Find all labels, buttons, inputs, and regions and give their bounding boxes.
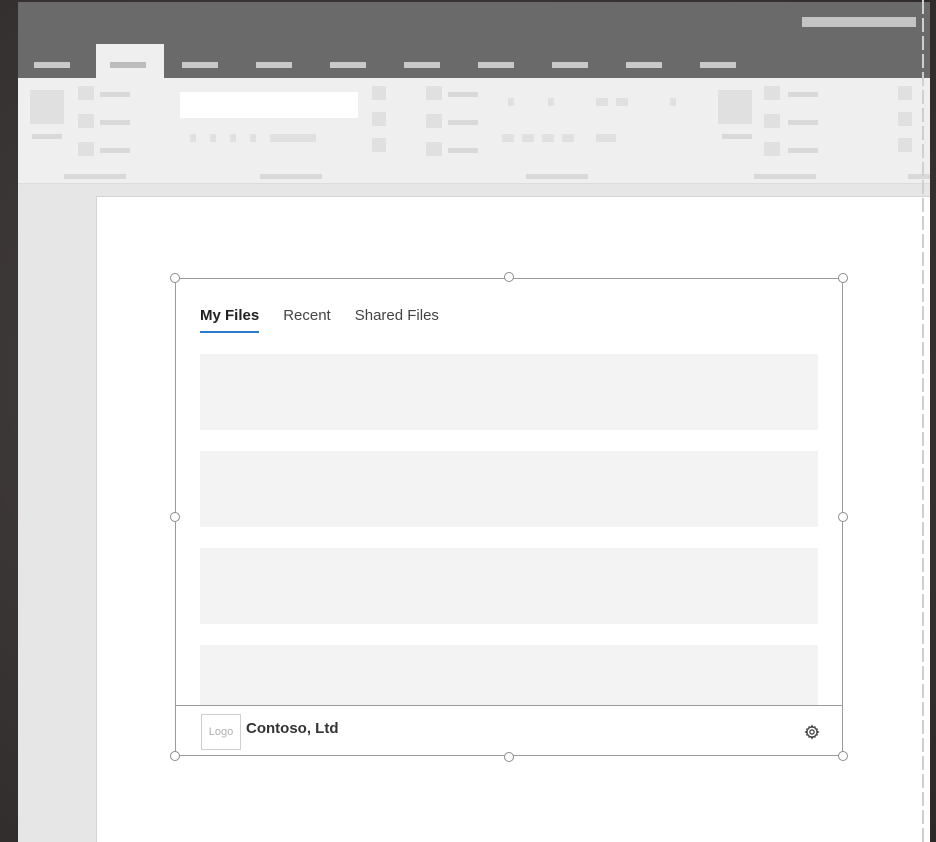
ribbon-group-label-placeholder bbox=[64, 174, 126, 179]
ribbon-button-placeholder[interactable] bbox=[616, 98, 628, 106]
resize-handle-right[interactable] bbox=[838, 512, 848, 522]
account-placeholder[interactable] bbox=[802, 17, 916, 27]
ribbon-button-placeholder[interactable] bbox=[898, 86, 912, 100]
ribbon-label-placeholder bbox=[788, 120, 818, 125]
addin-content-frame[interactable]: My Files Recent Shared Files Logo Contos… bbox=[175, 278, 843, 756]
ribbon-button-placeholder[interactable] bbox=[522, 134, 534, 142]
ribbon-button-placeholder[interactable] bbox=[502, 134, 514, 142]
resize-handle-bottom-left[interactable] bbox=[170, 751, 180, 761]
ribbon-button-placeholder[interactable] bbox=[372, 138, 386, 152]
ribbon-tab-placeholder[interactable] bbox=[330, 62, 366, 68]
ribbon-group-label-placeholder bbox=[908, 174, 930, 179]
resize-handle-top-right[interactable] bbox=[838, 273, 848, 283]
ribbon-tab-placeholder[interactable] bbox=[552, 62, 588, 68]
list-item[interactable] bbox=[200, 451, 818, 527]
ribbon-tab-placeholder[interactable] bbox=[34, 62, 70, 68]
resize-handle-bottom-right[interactable] bbox=[838, 751, 848, 761]
ribbon-button-placeholder[interactable] bbox=[230, 134, 236, 142]
window-edge bbox=[922, 0, 924, 842]
ribbon-button-placeholder[interactable] bbox=[718, 90, 752, 124]
resize-handle-top-left[interactable] bbox=[170, 273, 180, 283]
addin-footer: Logo Contoso, Ltd bbox=[176, 705, 842, 755]
resize-handle-left[interactable] bbox=[170, 512, 180, 522]
ribbon-group-label-placeholder bbox=[260, 174, 322, 179]
ribbon-button-placeholder[interactable] bbox=[898, 112, 912, 126]
company-name: Contoso, Ltd bbox=[246, 720, 339, 737]
company-logo: Logo bbox=[201, 714, 241, 750]
ribbon-button-placeholder[interactable] bbox=[508, 98, 514, 106]
ribbon-button-placeholder[interactable] bbox=[78, 142, 94, 156]
ribbon-group-label-placeholder bbox=[754, 174, 816, 179]
active-ribbon-tab-background bbox=[96, 44, 164, 78]
ribbon-button-placeholder[interactable] bbox=[372, 86, 386, 100]
ribbon-label-placeholder bbox=[100, 92, 130, 97]
ribbon-label-placeholder bbox=[788, 92, 818, 97]
ribbon-label-placeholder bbox=[448, 92, 478, 97]
ribbon-button-placeholder[interactable] bbox=[426, 86, 442, 100]
ribbon-button-placeholder[interactable] bbox=[210, 134, 216, 142]
ribbon-button-placeholder[interactable] bbox=[562, 134, 574, 142]
ribbon-group-label-placeholder bbox=[526, 174, 588, 179]
ribbon-label-placeholder bbox=[788, 148, 818, 153]
resize-handle-top[interactable] bbox=[504, 272, 514, 282]
ribbon-label-placeholder bbox=[722, 134, 752, 139]
ribbon-button-placeholder[interactable] bbox=[764, 142, 780, 156]
tab-shared-files[interactable]: Shared Files bbox=[355, 307, 439, 333]
addin-pivot-tabs: My Files Recent Shared Files bbox=[200, 307, 463, 333]
tab-recent[interactable]: Recent bbox=[283, 307, 331, 333]
ribbon-label-placeholder bbox=[100, 120, 130, 125]
ribbon-button-placeholder[interactable] bbox=[898, 138, 912, 152]
ribbon-tab-placeholder[interactable] bbox=[404, 62, 440, 68]
font-name-box-placeholder[interactable] bbox=[180, 92, 358, 118]
resize-handle-bottom[interactable] bbox=[504, 752, 514, 762]
ribbon-button-placeholder[interactable] bbox=[670, 98, 676, 106]
ribbon-button-placeholder[interactable] bbox=[542, 134, 554, 142]
ribbon-tab-placeholder[interactable] bbox=[256, 62, 292, 68]
ribbon-button-placeholder[interactable] bbox=[270, 134, 316, 142]
list-item[interactable] bbox=[200, 548, 818, 624]
ribbon-tab-placeholder[interactable] bbox=[700, 62, 736, 68]
document-canvas-margin bbox=[18, 196, 96, 842]
ribbon-button-placeholder[interactable] bbox=[548, 98, 554, 106]
ribbon-label-placeholder bbox=[100, 148, 130, 153]
ribbon-button-placeholder[interactable] bbox=[764, 114, 780, 128]
ribbon-button-placeholder[interactable] bbox=[78, 114, 94, 128]
ribbon-button-placeholder[interactable] bbox=[426, 142, 442, 156]
ribbon-button-placeholder[interactable] bbox=[764, 86, 780, 100]
ribbon-label-placeholder bbox=[32, 134, 62, 139]
ribbon-tab-placeholder[interactable] bbox=[478, 62, 514, 68]
ribbon-button-placeholder[interactable] bbox=[372, 112, 386, 126]
ribbon-button-placeholder[interactable] bbox=[190, 134, 196, 142]
tab-my-files[interactable]: My Files bbox=[200, 307, 260, 333]
title-bar bbox=[18, 2, 930, 78]
ribbon-button-placeholder[interactable] bbox=[596, 98, 608, 106]
ribbon-tab-placeholder[interactable] bbox=[626, 62, 662, 68]
ribbon bbox=[18, 78, 930, 184]
ribbon-button-placeholder[interactable] bbox=[426, 114, 442, 128]
ribbon-button-placeholder[interactable] bbox=[596, 134, 616, 142]
gear-icon[interactable] bbox=[804, 724, 820, 740]
ribbon-tab-placeholder[interactable] bbox=[182, 62, 218, 68]
ribbon-label-placeholder bbox=[448, 120, 478, 125]
ribbon-button-placeholder[interactable] bbox=[250, 134, 256, 142]
ribbon-tab-placeholder-active[interactable] bbox=[110, 62, 146, 68]
ribbon-document-gap bbox=[18, 184, 930, 196]
ribbon-button-placeholder[interactable] bbox=[30, 90, 64, 124]
ribbon-label-placeholder bbox=[448, 148, 478, 153]
list-item[interactable] bbox=[200, 354, 818, 430]
ribbon-button-placeholder[interactable] bbox=[78, 86, 94, 100]
file-list bbox=[200, 354, 818, 742]
